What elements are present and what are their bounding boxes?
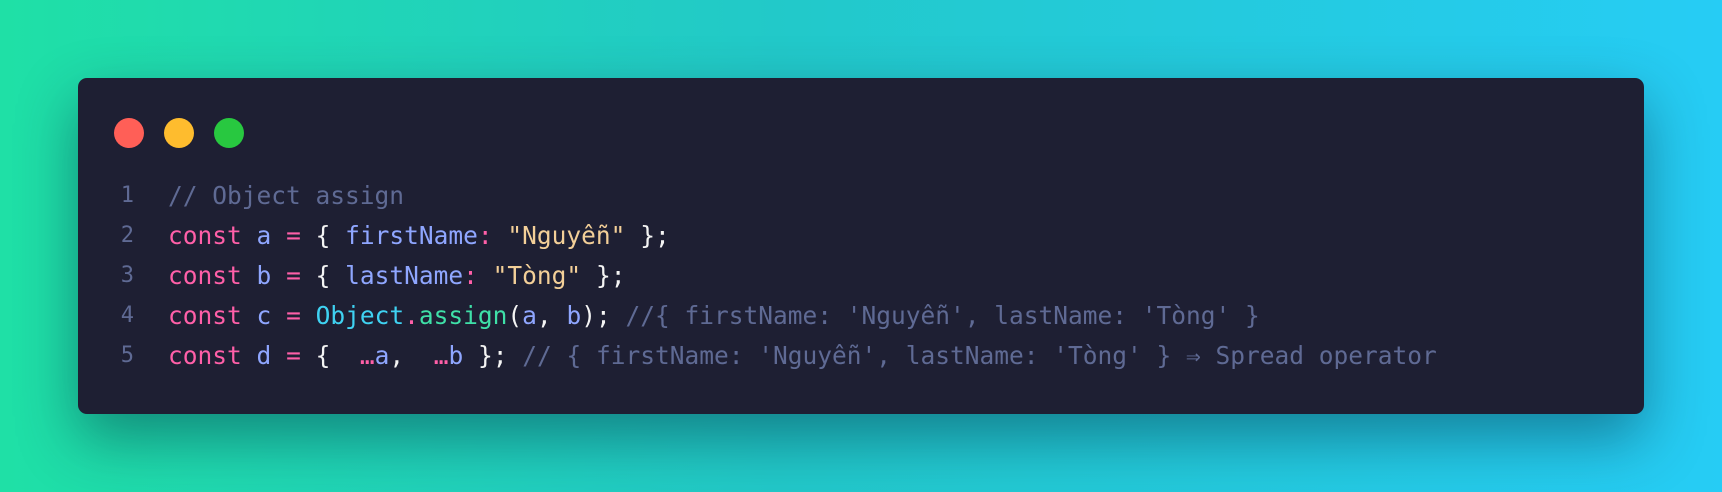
- close-dot-icon[interactable]: [114, 118, 144, 148]
- line-number: 1: [120, 183, 134, 208]
- identifier: a: [256, 221, 272, 250]
- keyword: const: [168, 301, 242, 330]
- spread-operator: …: [433, 341, 449, 370]
- line-source: const d = { …a, …b }; // { firstName: 'N…: [168, 336, 1437, 376]
- comment: //{ firstName: 'Nguyễn', lastName: 'Tòng…: [625, 301, 1260, 330]
- line-number: 3: [120, 263, 134, 288]
- string-literal: "Tòng": [492, 261, 582, 290]
- comment: // Object assign: [168, 181, 405, 210]
- member-dot: .: [404, 301, 419, 330]
- code-line-1: 1 // Object assign: [78, 176, 1644, 216]
- paren-open: (: [507, 301, 523, 330]
- identifier: b: [256, 261, 272, 290]
- argument: a: [374, 341, 390, 370]
- brace-close: };: [595, 261, 626, 290]
- line-number: 5: [120, 343, 134, 368]
- keyword: const: [168, 341, 242, 370]
- brace-open: {: [315, 221, 331, 250]
- identifier: c: [256, 301, 272, 330]
- window-controls: [114, 118, 244, 148]
- code-line-2: 2 const a = { firstName: "Nguyễn" };: [78, 216, 1644, 256]
- line-source: const a = { firstName: "Nguyễn" };: [168, 216, 670, 256]
- paren-close: );: [581, 301, 611, 330]
- colon: :: [463, 261, 478, 290]
- operator: =: [286, 301, 301, 330]
- property: firstName: [345, 221, 478, 250]
- spread-operator: …: [359, 341, 375, 370]
- line-source: const c = Object.assign(a, b); //{ first…: [168, 296, 1260, 336]
- identifier: d: [256, 341, 272, 370]
- code-window: 1 // Object assign 2 const a = { firstName…: [78, 78, 1644, 414]
- object-name: Object: [315, 301, 405, 330]
- minimize-dot-icon[interactable]: [164, 118, 194, 148]
- operator: =: [286, 341, 301, 370]
- line-number: 4: [120, 303, 134, 328]
- comma: ,: [389, 341, 405, 370]
- colon: :: [477, 221, 493, 250]
- property: lastName: [345, 261, 464, 290]
- maximize-dot-icon[interactable]: [214, 118, 244, 148]
- operator: =: [286, 221, 301, 250]
- comment: // { firstName: 'Nguyễn', lastName: 'Tòn…: [522, 341, 1437, 370]
- code-line-4: 4 const c = Object.assign(a, b); //{ firs…: [78, 296, 1644, 336]
- brace-open: {: [315, 261, 331, 290]
- brace-open: {: [315, 341, 331, 370]
- method-name: assign: [418, 301, 508, 330]
- line-number: 2: [120, 223, 134, 248]
- line-source: // Object assign: [168, 176, 404, 216]
- keyword: const: [168, 261, 242, 290]
- argument: b: [448, 341, 464, 370]
- argument: a: [522, 301, 537, 330]
- brace-close: };: [640, 221, 670, 250]
- comma: ,: [536, 301, 552, 330]
- keyword: const: [168, 221, 242, 250]
- line-source: const b = { lastName: "Tòng" };: [168, 256, 625, 296]
- code-line-5: 5 const d = { …a, …b }; // { firstName: '…: [78, 336, 1644, 376]
- string-literal: "Nguyễn": [507, 221, 626, 250]
- code-line-3: 3 const b = { lastName: "Tòng" };: [78, 256, 1644, 296]
- code-block: 1 // Object assign 2 const a = { firstName…: [78, 176, 1644, 376]
- operator: =: [286, 261, 301, 290]
- brace-close: };: [477, 341, 508, 370]
- argument: b: [566, 301, 582, 330]
